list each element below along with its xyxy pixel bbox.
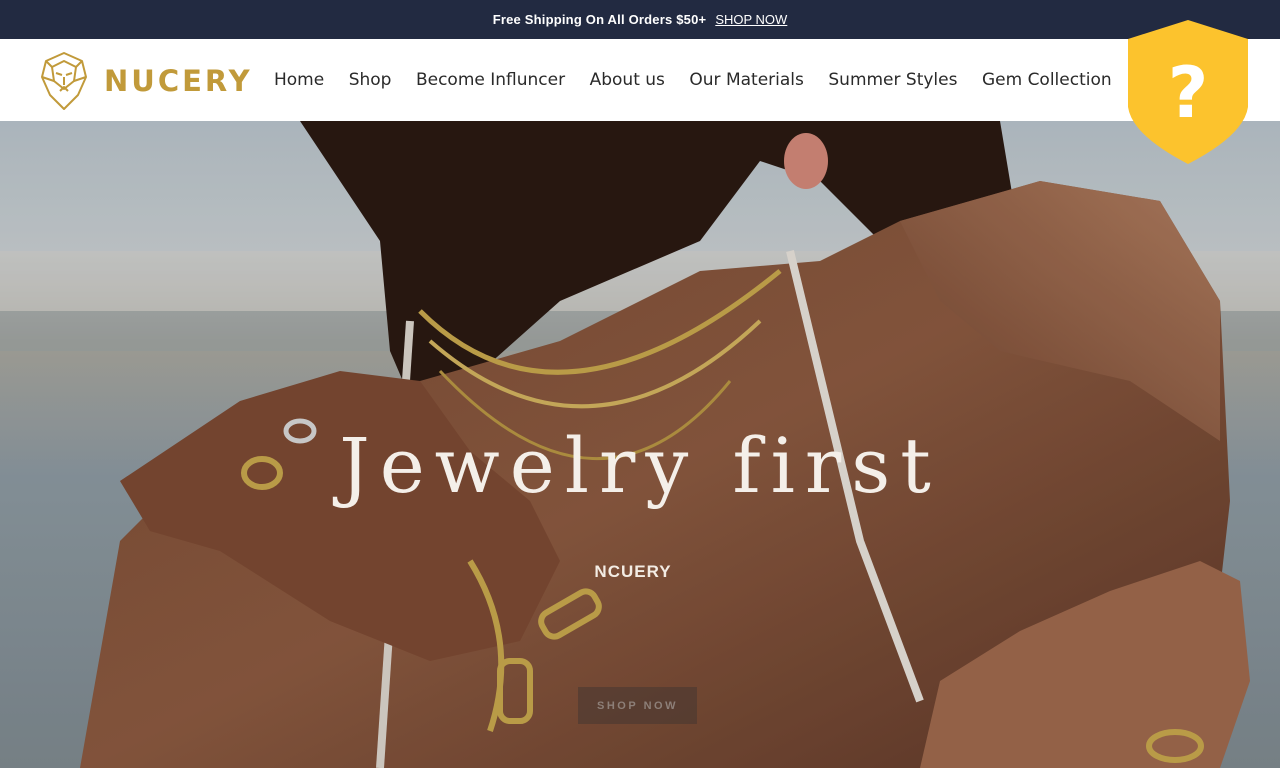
nav-item-summer-styles[interactable]: Summer Styles [828, 70, 957, 90]
nav-item-shop[interactable]: Shop [349, 70, 392, 90]
site-header: NUCERY Home Shop Become Influncer About … [0, 39, 1280, 121]
hero-title: Jewelry first [339, 421, 941, 510]
hero-subtitle: NCUERY [594, 562, 672, 581]
help-badge-button[interactable]: ? [1126, 19, 1250, 165]
announcement-text: Free Shipping On All Orders $50+ [492, 12, 707, 27]
help-badge-glyph: ? [1168, 52, 1209, 134]
nav-item-about-us[interactable]: About us [590, 70, 665, 90]
question-shield-icon: ? [1128, 20, 1248, 164]
hero-banner: Jewelry first NCUERY SHOP NOW [0, 121, 1280, 768]
nav-item-our-materials[interactable]: Our Materials [689, 70, 803, 90]
nav-item-home[interactable]: Home [274, 70, 324, 90]
nav-item-become-influencer[interactable]: Become Influncer [416, 70, 565, 90]
main-nav: Home Shop Become Influncer About us Our … [274, 39, 1136, 121]
brand-logo[interactable]: NUCERY [40, 51, 253, 111]
nav-item-gem-collection[interactable]: Gem Collection [982, 70, 1112, 90]
announcement-shop-now-link[interactable]: SHOP NOW [715, 12, 787, 27]
brand-name: NUCERY [104, 64, 253, 98]
announcement-bar: Free Shipping On All Orders $50+ SHOP NO… [0, 0, 1280, 39]
lion-head-icon [41, 52, 87, 110]
hero-shop-now-button[interactable]: SHOP NOW [578, 687, 697, 724]
